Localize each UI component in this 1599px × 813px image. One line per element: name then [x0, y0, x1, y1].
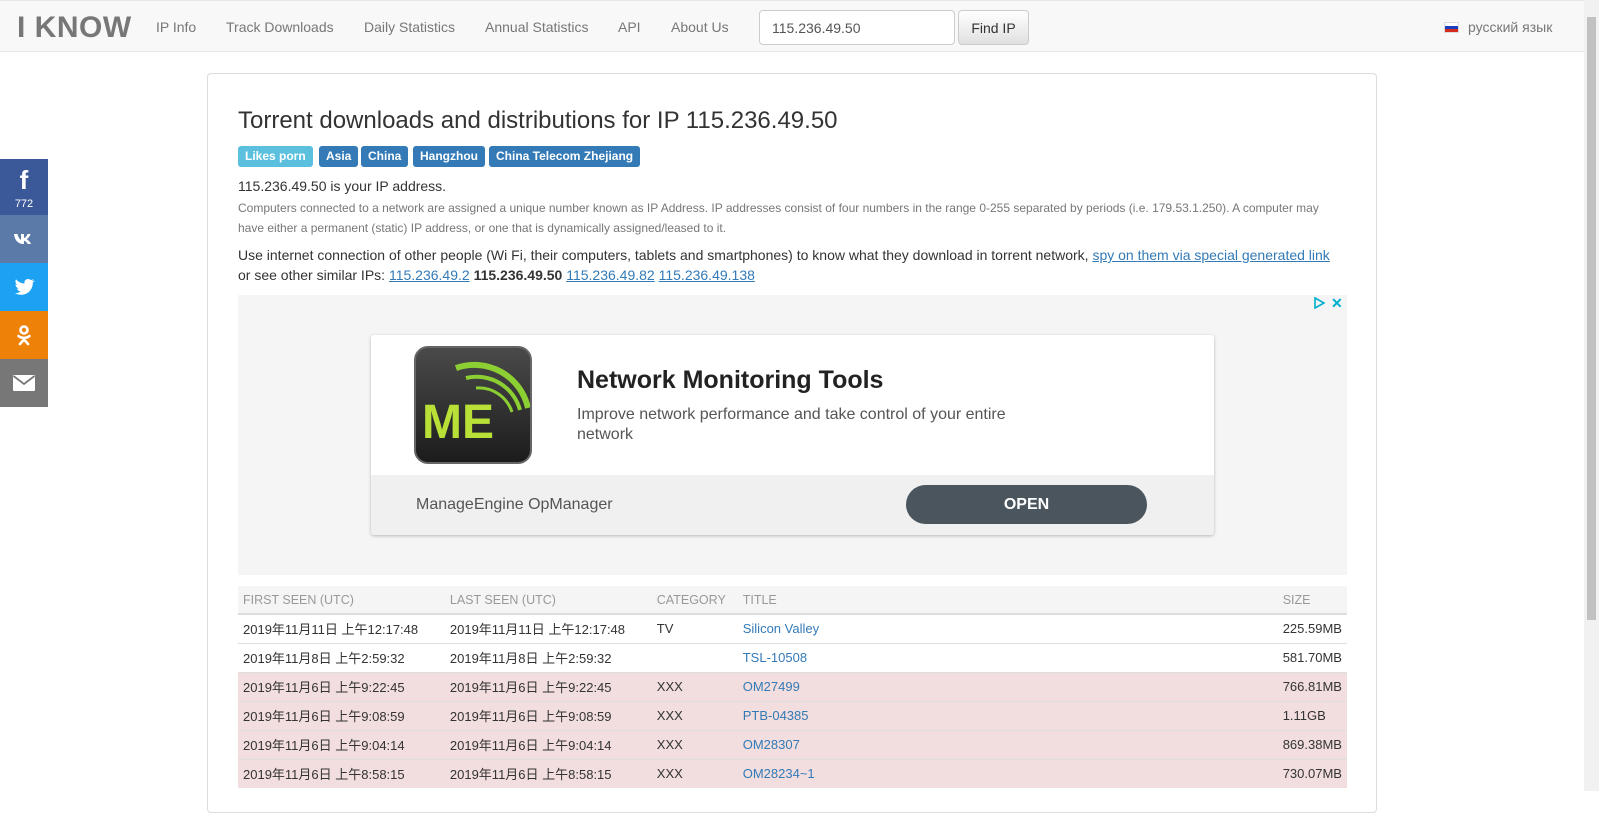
- vk-icon: [14, 234, 31, 244]
- badge-likes-porn: Likes porn: [238, 146, 313, 167]
- ad-description[interactable]: Improve network performance and take con…: [577, 405, 1037, 445]
- email-share-button[interactable]: [0, 359, 48, 407]
- use-connection-text: Use internet connection of other people …: [238, 247, 1089, 263]
- size-cell: 766.81MB: [1277, 671, 1347, 701]
- nav-annual-statistics[interactable]: Annual Statistics: [485, 19, 589, 35]
- first-seen-cell: 2019年11月6日 上午9:08:59: [238, 700, 445, 730]
- nav-about-us[interactable]: About Us: [671, 19, 729, 35]
- size-cell: 869.38MB: [1277, 729, 1347, 759]
- downloads-table: FIRST SEEN (UTC) LAST SEEN (UTC) CATEGOR…: [238, 586, 1347, 788]
- last-seen-cell: 2019年11月11日 上午12:17:48: [444, 613, 652, 643]
- similar-ip-link[interactable]: 115.236.49.138: [659, 267, 755, 283]
- email-icon: [12, 375, 36, 391]
- last-seen-cell: 2019年11月8日 上午2:59:32: [444, 642, 652, 672]
- category-cell: XXX: [651, 758, 738, 788]
- first-seen-cell: 2019年11月8日 上午2:59:32: [238, 642, 445, 672]
- top-navbar: I KNOW IP Info Track Downloads Daily Sta…: [0, 0, 1584, 52]
- first-seen-cell: 2019年11月6日 上午9:04:14: [238, 729, 445, 759]
- table-row: 2019年11月6日 上午9:04:14 2019年11月6日 上午9:04:1…: [238, 729, 1347, 759]
- language-switch-link[interactable]: русский язык: [1468, 19, 1552, 35]
- first-seen-cell: 2019年11月11日 上午12:17:48: [238, 613, 445, 643]
- table-header-row: FIRST SEEN (UTC) LAST SEEN (UTC) CATEGOR…: [238, 586, 1347, 615]
- title-link[interactable]: OM28307: [743, 737, 800, 752]
- similar-ips-label: or see other similar IPs:: [238, 267, 386, 283]
- facebook-icon: f: [19, 165, 29, 195]
- nav-track-downloads[interactable]: Track Downloads: [226, 19, 334, 35]
- vk-share-button[interactable]: [0, 215, 48, 263]
- badge-city: Hangzhou: [413, 146, 485, 167]
- find-ip-button[interactable]: Find IP: [958, 10, 1029, 45]
- facebook-share-count: 772: [14, 198, 34, 210]
- ad-advertiser-name[interactable]: ManageEngine OpManager: [416, 496, 613, 514]
- ad-open-button[interactable]: OPEN: [906, 485, 1147, 524]
- col-first-seen[interactable]: FIRST SEEN (UTC): [238, 586, 445, 615]
- category-cell: [651, 642, 738, 672]
- facebook-share-button[interactable]: f 772: [0, 159, 48, 215]
- table-row: 2019年11月8日 上午2:59:32 2019年11月8日 上午2:59:3…: [238, 642, 1347, 672]
- category-cell: XXX: [651, 700, 738, 730]
- your-ip-text: 115.236.49.50 is your IP address.: [238, 178, 447, 194]
- size-cell: 730.07MB: [1277, 758, 1347, 788]
- title-link[interactable]: OM27499: [743, 679, 800, 694]
- badge-isp: China Telecom Zhejiang: [489, 146, 641, 167]
- size-cell: 581.70MB: [1277, 642, 1347, 672]
- size-cell: 1.11GB: [1277, 700, 1347, 730]
- site-logo[interactable]: I KNOW: [17, 11, 132, 45]
- similar-ip-link[interactable]: 115.236.49.2: [389, 267, 470, 283]
- last-seen-cell: 2019年11月6日 上午9:08:59: [444, 700, 652, 730]
- nav-daily-statistics[interactable]: Daily Statistics: [364, 19, 455, 35]
- col-size[interactable]: SIZE: [1277, 586, 1347, 615]
- ip-search-input[interactable]: [759, 10, 955, 45]
- ad-logo-text: ME: [422, 396, 494, 449]
- first-seen-cell: 2019年11月6日 上午8:58:15: [238, 758, 445, 788]
- col-title[interactable]: TITLE: [737, 586, 1278, 615]
- similar-ip-link[interactable]: 115.236.49.82: [566, 267, 655, 283]
- odnoklassniki-icon: [17, 325, 31, 346]
- twitter-icon: [14, 278, 35, 295]
- ad-headline[interactable]: Network Monitoring Tools: [577, 366, 883, 395]
- page-title: Torrent downloads and distributions for …: [238, 107, 838, 134]
- last-seen-cell: 2019年11月6日 上午8:58:15: [444, 758, 652, 788]
- title-link[interactable]: OM28234~1: [743, 766, 815, 781]
- last-seen-cell: 2019年11月6日 上午9:04:14: [444, 729, 652, 759]
- table-row: 2019年11月6日 上午9:08:59 2019年11月6日 上午9:08:5…: [238, 700, 1347, 730]
- spy-link[interactable]: spy on them via special generated link: [1092, 247, 1329, 263]
- badge-country: China: [361, 146, 409, 167]
- category-cell: TV: [651, 613, 738, 643]
- col-last-seen[interactable]: LAST SEEN (UTC): [444, 586, 652, 615]
- category-cell: XXX: [651, 671, 738, 701]
- first-seen-cell: 2019年11月6日 上午9:22:45: [238, 671, 445, 701]
- table-row: 2019年11月6日 上午8:58:15 2019年11月6日 上午8:58:1…: [238, 758, 1347, 788]
- nav-ip-info[interactable]: IP Info: [156, 19, 196, 35]
- nav-api[interactable]: API: [618, 19, 641, 35]
- badge-continent: Asia: [319, 146, 359, 167]
- adchoices-icon[interactable]: [1313, 297, 1325, 309]
- col-category[interactable]: CATEGORY: [651, 586, 738, 615]
- ad-close-icon[interactable]: ✕: [1331, 295, 1343, 312]
- odnoklassniki-share-button[interactable]: [0, 311, 48, 359]
- ad-app-logo[interactable]: ME: [414, 346, 532, 464]
- ip-explanation-text: Computers connected to a network are ass…: [238, 201, 1319, 235]
- twitter-share-button[interactable]: [0, 263, 48, 311]
- last-seen-cell: 2019年11月6日 上午9:22:45: [444, 671, 652, 701]
- category-cell: XXX: [651, 729, 738, 759]
- manageengine-logo-icon: ME: [422, 361, 530, 449]
- size-cell: 225.59MB: [1277, 613, 1347, 643]
- russian-flag-icon[interactable]: [1444, 22, 1459, 33]
- current-ip: 115.236.49.50: [473, 267, 563, 283]
- title-link[interactable]: PTB-04385: [743, 708, 809, 723]
- title-link[interactable]: TSL-10508: [743, 650, 807, 665]
- table-row: 2019年11月6日 上午9:22:45 2019年11月6日 上午9:22:4…: [238, 671, 1347, 701]
- scrollbar-thumb[interactable]: [1587, 17, 1596, 620]
- title-link[interactable]: Silicon Valley: [743, 621, 819, 636]
- similar-ips-paragraph: Use internet connection of other people …: [238, 245, 1348, 285]
- table-row: 2019年11月11日 上午12:17:48 2019年11月11日 上午12:…: [238, 613, 1347, 643]
